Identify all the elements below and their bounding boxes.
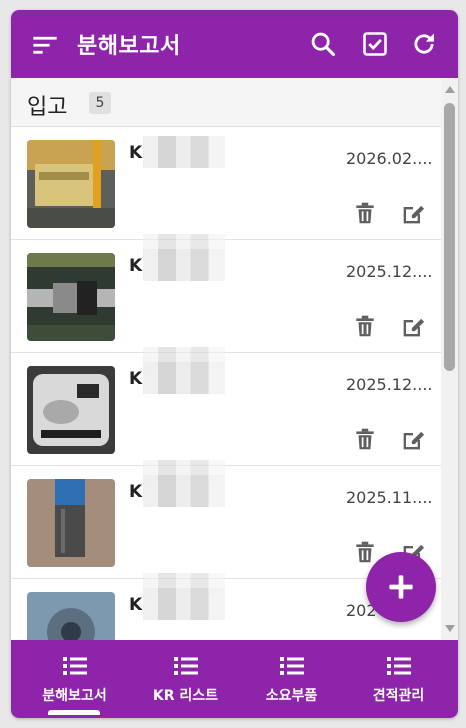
item-title: K [129,595,143,615]
item-title: K [129,369,143,389]
bottom-navigation: 분해보고서 KR 리스트 소요부품 견적관리 [11,640,458,718]
list-item[interactable]: K 2026.02.... [11,127,441,240]
menu-icon[interactable] [31,31,59,59]
nav-label: 분해보고서 [42,688,107,704]
section-label: 입고 [27,95,68,120]
item-thumbnail [27,366,115,454]
active-indicator [48,710,100,715]
list-icon [174,657,198,675]
scroll-up-arrow-icon[interactable] [445,86,455,93]
delete-icon[interactable] [352,426,378,452]
delete-icon[interactable] [352,539,378,565]
list-item[interactable]: K 2025.12.... [11,234,441,353]
item-thumbnail [27,479,115,567]
redacted-text [143,249,225,281]
app-bar: 분해보고서 [11,10,458,78]
nav-label: KR 리스트 [152,688,219,704]
list-icon [280,657,304,675]
section-header: 입고 5 [11,78,441,127]
list-icon [387,657,411,675]
item-date: 2025.11.... [346,488,433,507]
redacted-text [143,475,225,507]
item-date: 2025.12.... [346,375,433,394]
item-title: K [129,143,143,163]
nav-label: 견적관리 [372,688,425,704]
scrollbar[interactable] [441,78,458,640]
edit-icon[interactable] [399,313,427,341]
checkbox-icon[interactable] [361,30,389,58]
item-date: 2025.12.... [346,262,433,281]
nav-item-parts[interactable]: 소요부품 [236,640,347,718]
scrollbar-thumb[interactable] [444,103,455,371]
delete-icon[interactable] [352,200,378,226]
redacted-text [143,136,225,168]
scroll-down-arrow-icon[interactable] [445,625,455,632]
plus-icon [389,575,413,599]
edit-icon[interactable] [399,200,427,228]
delete-icon[interactable] [352,313,378,339]
item-title: K [129,482,143,502]
count-badge: 5 [89,92,111,114]
item-thumbnail [27,140,115,228]
refresh-icon[interactable] [410,30,438,58]
item-date: 2026.02.... [346,149,433,168]
nav-item-report[interactable]: 분해보고서 [19,640,130,718]
item-title: K [129,256,143,276]
add-button[interactable] [366,552,436,622]
app-window: 분해보고서 입고 5 K 2026.02.... K 2025.12.... K… [11,10,458,718]
edit-icon[interactable] [399,426,427,454]
nav-label: 소요부품 [265,688,318,704]
app-title: 분해보고서 [77,34,181,59]
list-icon [63,657,87,675]
list-item[interactable]: K 2025.12.... [11,347,441,466]
nav-item-quote[interactable]: 견적관리 [343,640,454,718]
item-thumbnail [27,592,115,640]
redacted-text [143,362,225,394]
nav-item-kr-list[interactable]: KR 리스트 [130,640,241,718]
redacted-text [143,588,225,620]
search-icon[interactable] [309,30,337,58]
item-thumbnail [27,253,115,341]
